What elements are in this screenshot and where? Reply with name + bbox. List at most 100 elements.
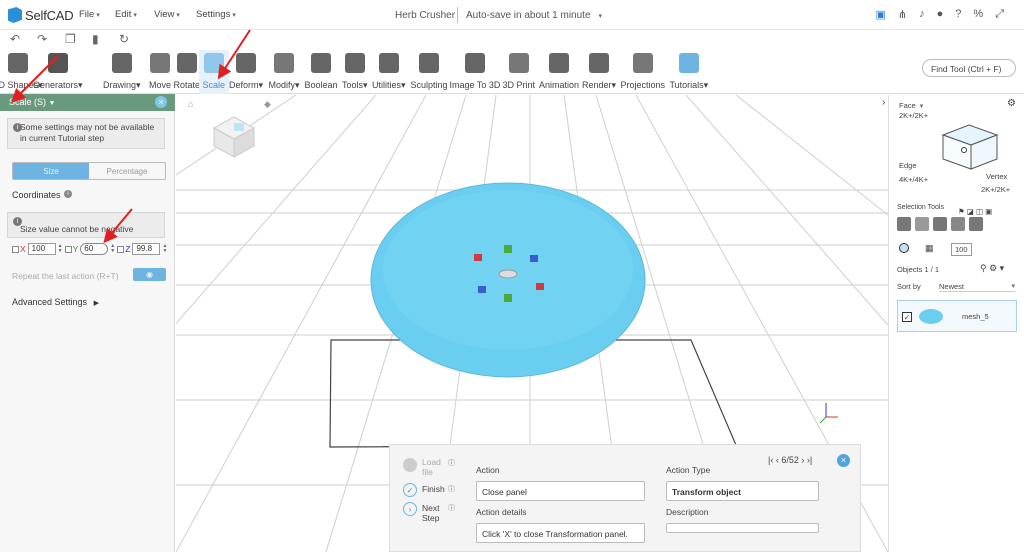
advanced-settings-toggle[interactable]: Advanced Settings ▶	[12, 297, 99, 307]
user-icon[interactable]: ●	[937, 8, 944, 21]
close-tutorial-button[interactable]: ×	[837, 454, 850, 467]
tool-rotate[interactable]: Rotate	[172, 50, 202, 94]
repeat-last-action-toggle[interactable]: ◉	[133, 268, 166, 281]
tool-image-to-3d[interactable]: Image To 3D	[450, 50, 500, 94]
selection-size-input[interactable]: 100	[951, 243, 972, 256]
tool-deform[interactable]: Deform▾	[229, 50, 263, 94]
menu-file[interactable]: File ▾	[79, 9, 100, 20]
tool-boolean[interactable]: Boolean	[305, 50, 338, 94]
x-size-input[interactable]: 100	[27, 243, 56, 255]
gizmo-x-handle-right[interactable]	[536, 283, 544, 290]
selfcad-logo-icon	[8, 7, 22, 23]
project-title[interactable]: Herb Crusher	[395, 10, 455, 21]
reset-icon[interactable]: ↻	[119, 32, 129, 46]
edge-label[interactable]: Edge	[899, 161, 917, 170]
y-size-input[interactable]: 60	[80, 243, 109, 255]
menu-edit[interactable]: Edit ▾	[115, 9, 137, 20]
tool-animation[interactable]: Animation	[539, 50, 579, 94]
tool-sculpting[interactable]: Sculpting	[411, 50, 448, 94]
tool-label: Rotate	[173, 80, 201, 90]
search-icon[interactable]: ⚲ ⚙ ▾	[980, 263, 1004, 274]
y-stepper[interactable]: ▲ ▼	[110, 244, 115, 254]
view-cube-icon[interactable]	[212, 116, 256, 158]
save-icon[interactable]: ▣	[876, 8, 886, 21]
find-tool-input[interactable]: Find Tool (Ctrl + F)	[922, 59, 1016, 77]
collapse-panel-icon[interactable]: ›	[882, 97, 885, 108]
tool-modify[interactable]: Modify▾	[269, 50, 300, 94]
selection-cube-icon[interactable]	[931, 113, 1011, 173]
tool-generators[interactable]: Generators▾	[33, 50, 83, 94]
redo-icon[interactable]: ↷	[37, 32, 47, 46]
menu-view[interactable]: View ▾	[154, 9, 180, 20]
gizmo-z-handle[interactable]	[530, 255, 538, 262]
select-mesh-icon[interactable]	[933, 217, 947, 231]
z-size-input[interactable]: 99.8	[132, 243, 161, 255]
object-checkbox[interactable]: ✓	[902, 312, 912, 322]
tool-drawing[interactable]: Drawing▾	[103, 50, 141, 94]
fullscreen-icon[interactable]: ⤢	[995, 8, 1004, 21]
title-divider	[457, 7, 458, 23]
tool-move[interactable]: Move	[145, 50, 175, 94]
tool-label: Image To 3D	[449, 80, 501, 90]
gizmo-y-handle-bottom[interactable]	[504, 294, 512, 302]
utilities-icon	[379, 53, 399, 73]
main-toolbar: 3D Shapes▾Generators▾Drawing▾MoveRotateS…	[0, 50, 1024, 94]
units-icon[interactable]: %	[973, 8, 983, 21]
vertex-label[interactable]: Vertex	[986, 172, 1007, 181]
sort-by-select[interactable]: Newest ▾	[939, 282, 1015, 292]
brush-pattern-icon[interactable]: ▦	[925, 243, 934, 254]
object-name[interactable]: mesh_5	[962, 312, 989, 321]
home-view-icon[interactable]: ⌂	[188, 99, 193, 109]
tool-scale[interactable]: Scale	[199, 50, 229, 94]
size-mode-size[interactable]: Size	[13, 163, 89, 179]
undo-icon[interactable]: ↶	[10, 32, 20, 46]
z-lock-checkbox[interactable]	[117, 245, 125, 253]
tool-tutorials[interactable]: Tutorials▾	[670, 50, 708, 94]
size-mode-percentage[interactable]: Percentage	[89, 163, 165, 179]
tool-projections[interactable]: Projections	[621, 50, 665, 94]
tutorials-icon	[679, 53, 699, 73]
z-stepper[interactable]: ▲ ▼	[162, 244, 167, 254]
delete-icon[interactable]: ▮	[92, 32, 99, 46]
gizmo-x-handle[interactable]	[474, 254, 482, 261]
sculpting-icon	[419, 53, 439, 73]
step-next[interactable]: Next Step	[422, 503, 442, 523]
step-finish[interactable]: Finish	[422, 484, 445, 494]
copy-icon[interactable]: ❐	[65, 32, 76, 46]
face-label[interactable]: Face ▾	[899, 101, 923, 110]
select-face-icon[interactable]	[897, 217, 911, 231]
selection-flag-icons[interactable]: ⚑ ◪ ◫ ▣	[958, 207, 992, 216]
tutorial-panel: Load file ⓘ ✓ Finish ⓘ › Next Step ⓘ |‹ …	[389, 444, 861, 552]
x-stepper[interactable]: ▲ ▼	[58, 244, 63, 254]
gizmo-y-handle[interactable]	[504, 245, 512, 253]
tool-tools[interactable]: Tools▾	[340, 50, 370, 94]
brush-circle-icon[interactable]	[899, 243, 909, 253]
tool-label: Sculpting	[410, 80, 448, 90]
object-list-item[interactable]: ✓ mesh_5	[897, 300, 1017, 332]
help-icon[interactable]: ?	[955, 8, 961, 21]
tool-3d-print[interactable]: 3D Print	[503, 50, 535, 94]
scale-panel-header[interactable]: Scale (S) ▼ ×	[0, 94, 175, 111]
tool-3d-shapes[interactable]: 3D Shapes▾	[0, 50, 43, 94]
coordinates-info-icon[interactable]: i	[64, 190, 72, 198]
tool-utilities[interactable]: Utilities▾	[372, 50, 406, 94]
app-name: SelfCAD	[25, 7, 74, 23]
notification-bell-icon[interactable]: ♪	[919, 8, 925, 21]
gear-icon[interactable]: ⚙	[1007, 98, 1016, 109]
y-lock-checkbox[interactable]	[64, 245, 72, 253]
x-lock-checkbox[interactable]	[12, 245, 19, 253]
info-icon: ⓘ	[448, 460, 455, 467]
object-thumbnail	[919, 309, 943, 324]
camera-icon[interactable]: ◆	[264, 99, 271, 109]
app-logo[interactable]: SelfCAD	[8, 7, 74, 23]
close-panel-button[interactable]: ×	[155, 96, 167, 108]
menu-settings[interactable]: Settings ▾	[196, 9, 236, 20]
size-mode-toggle[interactable]: Size Percentage	[12, 162, 166, 180]
select-object-icon[interactable]	[969, 217, 983, 231]
share-icon[interactable]: ⋔	[898, 8, 907, 21]
move-icon	[150, 53, 170, 73]
gizmo-z-handle-left[interactable]	[478, 286, 486, 293]
select-polygon-icon[interactable]	[915, 217, 929, 231]
select-island-icon[interactable]	[951, 217, 965, 231]
tool-render[interactable]: Render▾	[582, 50, 616, 94]
